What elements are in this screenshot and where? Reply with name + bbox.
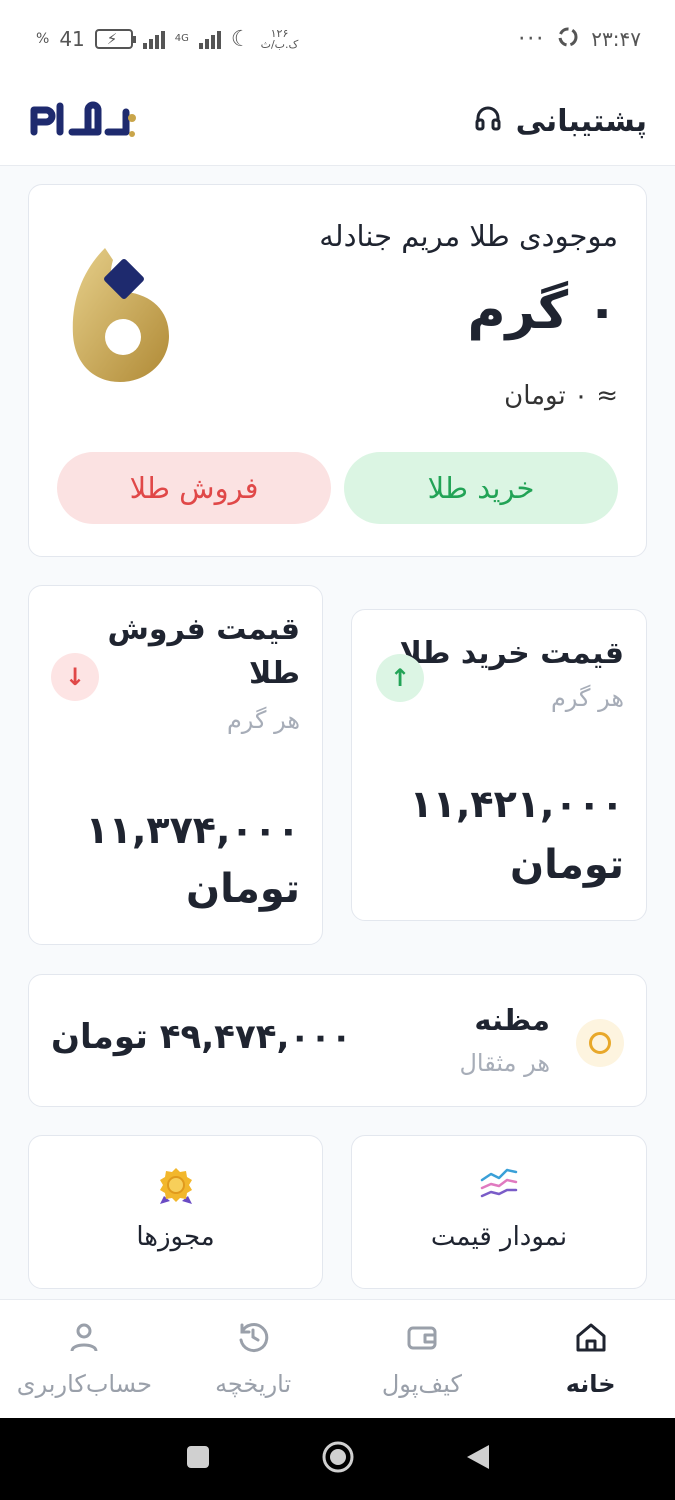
- sell-price-sub: هر گرم: [226, 706, 300, 734]
- network-type: 4G: [174, 33, 189, 44]
- buy-price-sub: هر گرم: [550, 684, 624, 712]
- data-speed: ۱۲۶ ک.ب/ث: [260, 27, 299, 51]
- medal-icon: [29, 1166, 322, 1206]
- battery-percent: 41: [59, 27, 85, 51]
- price-chart-button[interactable]: نمودار قیمت: [351, 1135, 647, 1289]
- home-system-button[interactable]: [321, 1440, 355, 1478]
- sell-gold-button[interactable]: فروش طلا: [57, 452, 331, 524]
- gold-emblem-icon: [65, 240, 175, 390]
- moon-icon: ☾: [230, 26, 251, 52]
- wallet-icon: [405, 1320, 439, 1360]
- status-left: % 41 ⚡ 4G ☾ ۱۲۶ ک.ب/ث: [36, 27, 298, 52]
- licenses-button[interactable]: مجوزها: [28, 1135, 323, 1289]
- licenses-label: مجوزها: [136, 1222, 215, 1252]
- headphones-icon: [474, 104, 502, 140]
- sync-icon: [555, 24, 581, 55]
- mazneh-card: مظنه هر مثقال ۴۹,۴۷۴,۰۰۰ تومان: [28, 974, 647, 1107]
- back-button[interactable]: [465, 1443, 491, 1475]
- nav-item-home[interactable]: خانه: [506, 1300, 675, 1418]
- price-chart-label: نمودار قیمت: [430, 1222, 568, 1252]
- line-chart-icon: [352, 1166, 646, 1202]
- nav-item-account[interactable]: حساب‌کاربری: [0, 1300, 169, 1418]
- brand-logo: [28, 101, 140, 142]
- buy-price-value: ۱۱,۴۲۱,۰۰۰: [409, 782, 624, 826]
- gold-balance-card: موجودی طلا مریم جنادله ۰ گرم ≈ ۰ تومان خ…: [28, 184, 647, 557]
- signal-icon: [142, 29, 165, 49]
- sell-price-value: ۱۱,۳۷۴,۰۰۰: [85, 808, 300, 852]
- mazneh-title: مظنه: [474, 1003, 550, 1037]
- nav-label-wallet: کیف‌پول: [381, 1370, 462, 1398]
- clock: ۲۳:۴۷: [591, 27, 641, 51]
- balance-toman: ≈ ۰ تومان: [504, 381, 618, 411]
- nav-label-home: خانه: [565, 1370, 616, 1398]
- recent-apps-button[interactable]: [185, 1444, 211, 1474]
- support-label: پشتیبانی: [515, 104, 647, 139]
- battery-percent-sign: %: [36, 31, 50, 47]
- balance-grams: ۰ گرم: [467, 281, 618, 341]
- nav-label-history: تاریخچه: [215, 1370, 292, 1398]
- buy-price-unit: تومان: [509, 842, 624, 888]
- nav-item-wallet[interactable]: کیف‌پول: [338, 1300, 507, 1418]
- nav-item-history[interactable]: تاریخچه: [169, 1300, 338, 1418]
- status-bar: % 41 ⚡ 4G ☾ ۱۲۶ ک.ب/ث ··· ۲۳:۴۷: [0, 0, 675, 78]
- signal-icon-2: [198, 29, 221, 49]
- sell-price-card: قیمت فروش طلا ↓ هر گرم ۱۱,۳۷۴,۰۰۰ تومان: [28, 585, 323, 945]
- arrow-up-icon: ↑: [376, 654, 424, 702]
- system-navigation-bar: [0, 1418, 675, 1500]
- sell-price-unit: تومان: [185, 866, 300, 912]
- home-icon: [574, 1320, 608, 1360]
- bottom-navigation: خانه کیف‌پول تاریخچه: [0, 1299, 675, 1418]
- mazneh-sub: هر مثقال: [459, 1049, 550, 1077]
- buy-price-title: قیمت خرید طلا: [399, 636, 624, 671]
- buy-gold-button[interactable]: خرید طلا: [344, 452, 618, 524]
- sell-price-title: قیمت فروش طلا: [107, 612, 300, 691]
- nav-label-account: حساب‌کاربری: [16, 1370, 152, 1398]
- support-button[interactable]: پشتیبانی: [474, 104, 647, 140]
- app-screen: % 41 ⚡ 4G ☾ ۱۲۶ ک.ب/ث ··· ۲۳:۴۷ پشتیبانی…: [0, 0, 675, 1500]
- battery-icon: ⚡: [94, 29, 136, 49]
- buy-price-card: قیمت خرید طلا ↑ هر گرم ۱۱,۴۲۱,۰۰۰ تومان: [351, 609, 647, 921]
- history-icon: [236, 1320, 270, 1360]
- more-dots: ···: [518, 26, 546, 52]
- mazneh-price: ۴۹,۴۷۴,۰۰۰ تومان: [51, 1017, 352, 1057]
- user-icon: [67, 1320, 101, 1360]
- coin-icon: [576, 1019, 624, 1067]
- app-header: پشتیبانی: [0, 78, 675, 166]
- arrow-down-icon: ↓: [51, 653, 99, 701]
- status-right: ··· ۲۳:۴۷: [518, 24, 641, 55]
- balance-title: موجودی طلا مریم جنادله: [319, 219, 618, 253]
